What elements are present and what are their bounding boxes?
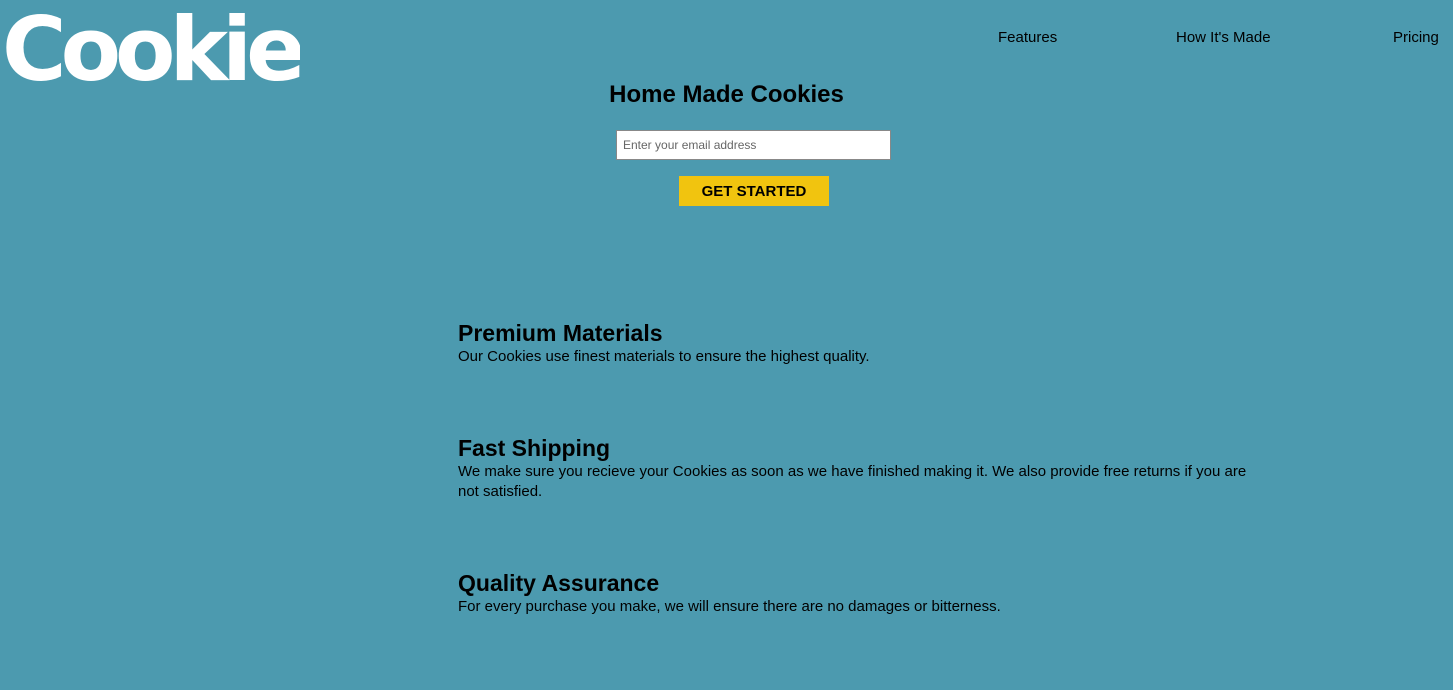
feature-description: For every purchase you make, we will ens… (458, 598, 1001, 615)
main-nav: Features How It's Made Pricing (0, 29, 1453, 49)
feature-description: We make sure you recieve your Cookies as… (458, 463, 1247, 500)
feature-title: Fast Shipping (458, 435, 611, 461)
hero-title: Home Made Cookies (609, 81, 844, 108)
feature-description: Our Cookies use finest materials to ensu… (458, 348, 870, 365)
nav-link-how-its-made[interactable]: How It's Made (1176, 29, 1271, 46)
feature-premium-materials: Premium Materials Our Cookies use finest… (458, 319, 1258, 367)
feature-fast-shipping: Fast Shipping We make sure you recieve y… (458, 434, 1258, 502)
get-started-button[interactable]: GET STARTED (679, 176, 829, 206)
nav-link-pricing[interactable]: Pricing (1393, 29, 1439, 46)
nav-link-features[interactable]: Features (998, 29, 1057, 46)
email-input[interactable] (616, 130, 891, 160)
feature-quality-assurance: Quality Assurance For every purchase you… (458, 569, 1258, 617)
feature-title: Quality Assurance (458, 570, 660, 596)
feature-title: Premium Materials (458, 320, 663, 346)
